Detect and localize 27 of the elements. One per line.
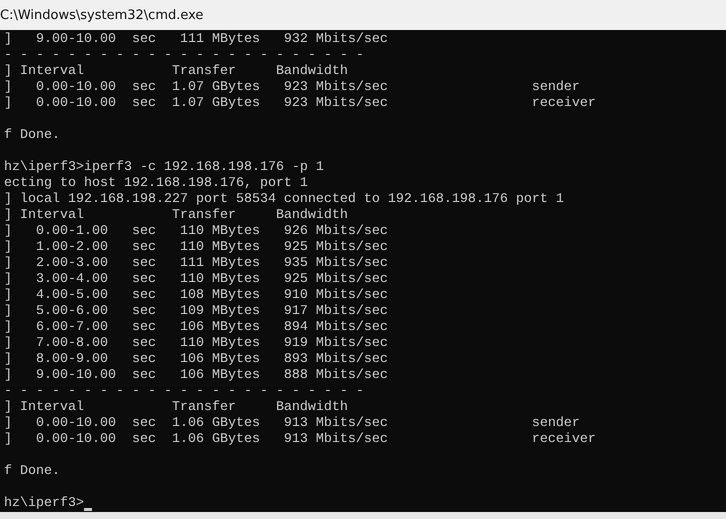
window-title: C:\Windows\system32\cmd.exe <box>0 8 204 22</box>
console-line: ] 4.00-5.00 sec 108 MBytes 910 Mbits/sec <box>4 288 388 304</box>
console-line: ] Interval Transfer Bandwidth <box>4 400 348 416</box>
console-line: ] 7.00-8.00 sec 110 MBytes 919 Mbits/sec <box>4 336 388 352</box>
console-line: ] 0.00-10.00 sec 1.06 GBytes 913 Mbits/sec sender <box>4 416 580 432</box>
console-line: ] 5.00-6.00 sec 109 MBytes 917 Mbits/sec <box>4 304 388 320</box>
command-prompt: hz\iperf3> <box>4 496 84 512</box>
console-line: ] 3.00-4.00 sec 110 MBytes 925 Mbits/sec <box>4 272 388 288</box>
console-line: ] 8.00-9.00 sec 106 MBytes 893 Mbits/sec <box>4 352 388 368</box>
console-line: hz\iperf3>iperf3 -c 192.168.198.176 -p 1 <box>4 160 324 176</box>
console-line: f Done. <box>4 128 60 144</box>
console-line: ] 9.00-10.00 sec 111 MBytes 932 Mbits/sec <box>4 32 388 48</box>
console-line: ] Interval Transfer Bandwidth <box>4 64 348 80</box>
console-line: ] 6.00-7.00 sec 106 MBytes 894 Mbits/sec <box>4 320 388 336</box>
console-line: ] local 192.168.198.227 port 58534 connected to 192.168.198.176 port 1 <box>4 192 564 208</box>
console-line: ] 9.00-10.00 sec 106 MBytes 888 Mbits/sec <box>4 368 388 384</box>
console-line: f Done. <box>4 464 60 480</box>
console-line: - - - - - - - - - - - - - - - - - - - - - - - <box>4 384 364 400</box>
console-line: ] 0.00-10.00 sec 1.07 GBytes 923 Mbits/sec receiver <box>4 96 596 112</box>
console-line: ] Interval Transfer Bandwidth <box>4 208 348 224</box>
console-line: ] 0.00-10.00 sec 1.07 GBytes 923 Mbits/sec sender <box>4 80 580 96</box>
console-line: - - - - - - - - - - - - - - - - - - - - - - - <box>4 48 364 64</box>
console-line: ] 2.00-3.00 sec 111 MBytes 935 Mbits/sec <box>4 256 388 272</box>
console-line: ] 1.00-2.00 sec 110 MBytes 925 Mbits/sec <box>4 240 388 256</box>
console-line: ] 0.00-1.00 sec 110 MBytes 926 Mbits/sec <box>4 224 388 240</box>
console-line: ecting to host 192.168.198.176, port 1 <box>4 176 308 192</box>
console-line: ] 0.00-10.00 sec 1.06 GBytes 913 Mbits/sec receiver <box>4 432 596 448</box>
